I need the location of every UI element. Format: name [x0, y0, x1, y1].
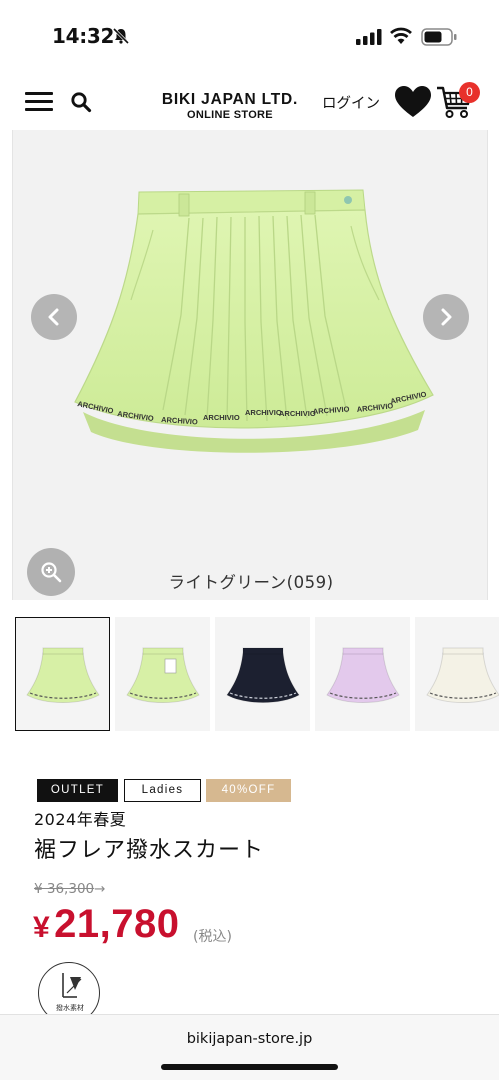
thumbnail-4[interactable] [315, 617, 410, 731]
url-text[interactable]: bikijapan-store.jp [0, 1031, 499, 1047]
tax-note: (税込) [193, 929, 232, 945]
site-header: BIKI JAPAN LTD. ONLINE STORE ログイン [0, 70, 499, 130]
feature-label: 撥水素材 [56, 1004, 84, 1012]
original-price: ¥ 36,300→ [34, 881, 105, 897]
thumbnail-skirt-image [326, 647, 400, 703]
original-price-arrow: → [94, 881, 106, 897]
gallery-prev-button[interactable] [31, 294, 77, 340]
heart-icon[interactable] [394, 85, 432, 119]
chevron-left-icon [48, 308, 59, 326]
thumbnail-strip[interactable] [15, 617, 499, 731]
sale-amount: 21,780 [54, 902, 180, 946]
login-link[interactable]: ログイン [322, 92, 380, 113]
battery-icon [421, 28, 457, 46]
product-gallery[interactable]: ARCHIVIO ARCHIVIO ARCHIVIO ARCHIVIO ARCH… [12, 130, 488, 600]
outlet-badge: OUTLET [37, 779, 118, 802]
thumbnail-skirt-image [226, 647, 300, 703]
thumbnail-5[interactable] [415, 617, 499, 731]
cart-count-badge: 0 [459, 82, 480, 103]
product-name: 裾フレア撥水スカート [34, 838, 265, 863]
bell-slash-icon [112, 27, 130, 45]
browser-address-bar[interactable]: bikijapan-store.jp [0, 1014, 499, 1080]
search-icon[interactable] [70, 91, 92, 113]
original-price-value: ¥ 36,300 [34, 881, 95, 897]
hamburger-menu-icon[interactable] [25, 92, 53, 112]
svg-text:ARCHIVIO: ARCHIVIO [245, 408, 282, 417]
thumbnail-2[interactable] [115, 617, 210, 731]
product-season: 2024年春夏 [34, 810, 127, 829]
thumbnail-skirt-image [26, 647, 100, 703]
home-indicator [161, 1064, 338, 1070]
chevron-right-icon [441, 308, 452, 326]
sale-currency: ¥ [33, 911, 50, 944]
product-main-image: ARCHIVIO ARCHIVIO ARCHIVIO ARCHIVIO ARCH… [74, 189, 434, 453]
thumbnail-skirt-image [426, 647, 499, 703]
wifi-icon [390, 27, 412, 44]
status-bar: 14:32 [0, 0, 499, 70]
discount-badge: 40%OFF [206, 779, 291, 802]
site-logo[interactable]: BIKI JAPAN LTD. ONLINE STORE [148, 91, 312, 122]
svg-text:ARCHIVIO: ARCHIVIO [161, 415, 198, 427]
sale-price: ¥ 21,780 [33, 902, 179, 947]
svg-text:ARCHIVIO: ARCHIVIO [203, 413, 240, 422]
gallery-next-button[interactable] [423, 294, 469, 340]
thumbnail-3[interactable] [215, 617, 310, 731]
thumbnail-skirt-image [126, 647, 200, 703]
logo-sub-text: ONLINE STORE [187, 109, 273, 121]
svg-text:ARCHIVIO: ARCHIVIO [279, 409, 316, 418]
cellular-signal-icon [356, 29, 382, 45]
status-time: 14:32 [52, 24, 115, 48]
ladies-badge: Ladies [124, 779, 201, 802]
color-caption: ライトグリーン(059) [168, 573, 334, 592]
thumbnail-1[interactable] [15, 617, 110, 731]
logo-main-text: BIKI JAPAN LTD. [161, 91, 299, 108]
